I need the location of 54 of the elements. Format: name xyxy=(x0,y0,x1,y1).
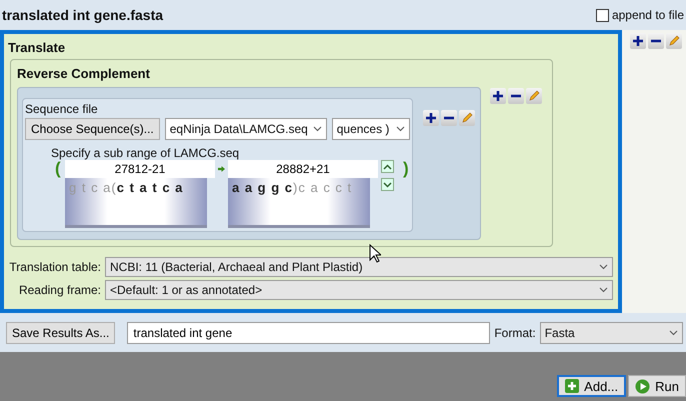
chevron-down-icon xyxy=(669,330,678,336)
add-icon-button[interactable] xyxy=(490,88,506,104)
add-icon-button[interactable] xyxy=(630,33,646,49)
setting-label: Reading frame: xyxy=(18,283,102,297)
pencil-icon-button[interactable] xyxy=(526,88,542,104)
section-label: Sequence file xyxy=(25,102,99,116)
run-button[interactable]: Run xyxy=(628,375,686,397)
append-checkbox[interactable]: append to file xyxy=(596,8,684,22)
end-input[interactable]: 28882+21 xyxy=(228,160,378,178)
chevron-down-icon xyxy=(599,264,608,270)
pencil-icon-button[interactable] xyxy=(459,110,475,126)
panel-title: Reverse Complement xyxy=(17,64,151,83)
save-results-button[interactable]: Save Results As... xyxy=(6,322,116,344)
pencil-icon xyxy=(668,35,680,47)
filename-input[interactable]: translated int gene xyxy=(127,322,490,344)
plus-icon xyxy=(492,90,504,102)
plus-icon xyxy=(425,112,437,124)
play-icon xyxy=(635,378,650,394)
up-button[interactable] xyxy=(381,160,394,173)
remove-icon-button[interactable] xyxy=(508,88,524,104)
panel-title: Translate xyxy=(8,38,66,56)
arrow-right-icon xyxy=(218,164,225,174)
chevron-down-icon xyxy=(383,182,392,188)
pencil-icon xyxy=(528,90,540,102)
format-label: Format: xyxy=(494,326,536,340)
plus-icon xyxy=(632,35,644,47)
format-dropdown[interactable]: Fasta xyxy=(540,322,683,344)
setting-dropdown[interactable]: NCBI: 11 (Bacterial, Archaeal and Plant Plastid) xyxy=(105,257,613,277)
start-input[interactable]: 27812-21 xyxy=(65,160,215,178)
setting-label: Translation table: xyxy=(8,260,102,274)
mouse-pointer-icon xyxy=(369,244,381,263)
chevron-down-icon xyxy=(599,287,608,293)
remove-icon-button[interactable] xyxy=(441,110,457,126)
setting-dropdown[interactable]: <Default: 1 or as annotated> xyxy=(105,280,613,300)
pencil-icon-button[interactable] xyxy=(666,33,682,49)
chevron-down-icon xyxy=(312,126,322,132)
remove-icon-button[interactable] xyxy=(648,33,664,49)
sequence-preview: a a g g c)c a c c t xyxy=(228,178,370,228)
plus-icon xyxy=(565,379,580,393)
open-bracket: ( xyxy=(55,160,61,178)
choose-sequence-button[interactable]: Choose Sequence(s)... xyxy=(25,118,160,140)
file-dropdown[interactable]: eqNinja Data\LAMCG.seq xyxy=(164,118,327,140)
chevron-down-icon xyxy=(396,126,405,132)
range-label: Specify a sub range of LAMCG.seq xyxy=(51,146,240,160)
close-bracket: ) xyxy=(403,160,410,178)
checkbox[interactable] xyxy=(596,8,609,22)
pencil-icon xyxy=(461,112,473,124)
add-icon-button[interactable] xyxy=(423,110,439,126)
chevron-up-icon xyxy=(383,164,392,170)
checkbox-label: append to file xyxy=(612,8,684,22)
selection-dropdown[interactable]: quences ) xyxy=(332,118,410,140)
file-title: translated int gene.fasta xyxy=(2,7,164,23)
add-button[interactable]: Add... xyxy=(557,375,626,397)
down-button[interactable] xyxy=(381,178,394,191)
